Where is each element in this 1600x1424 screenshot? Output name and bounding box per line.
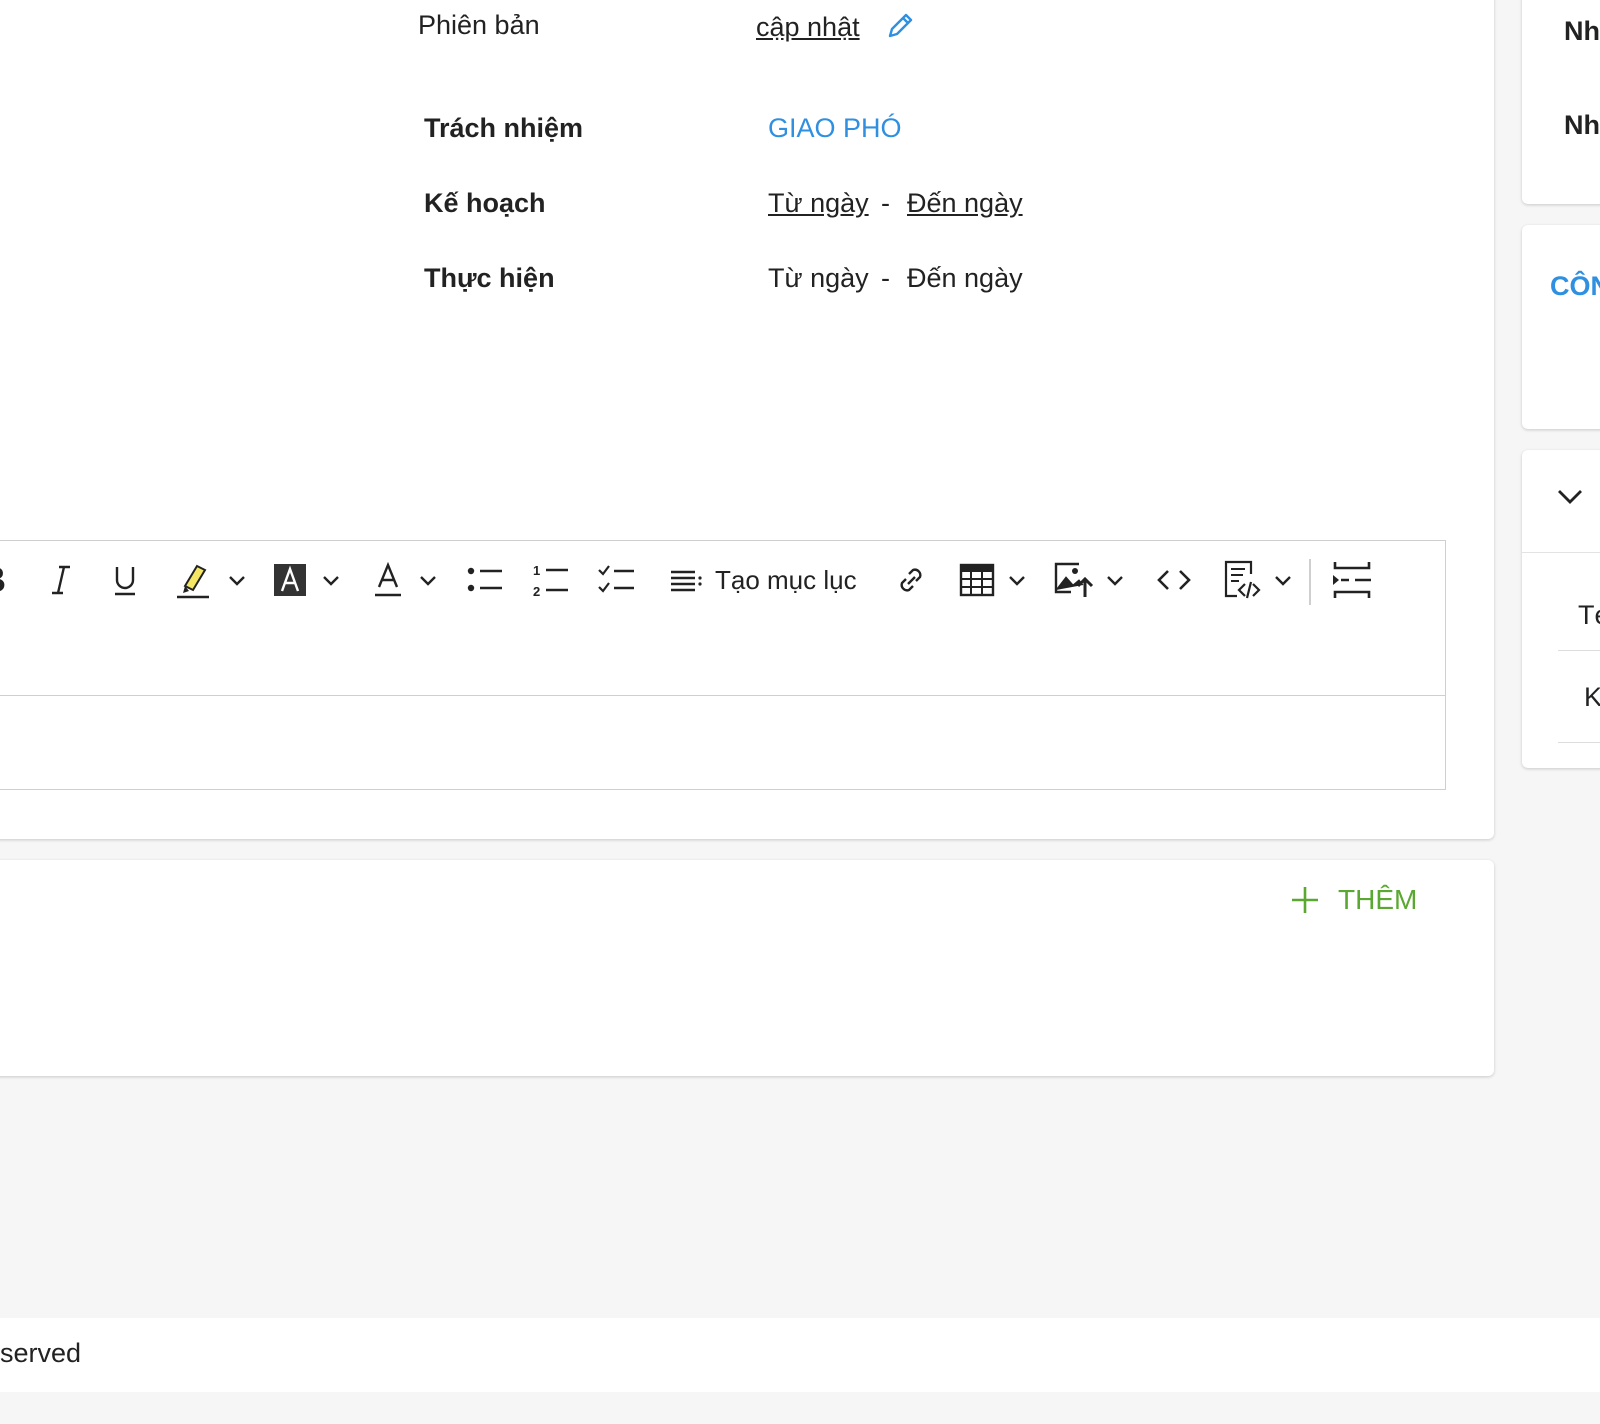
right-card-divider [1522,552,1600,553]
todo-list-button[interactable] [595,555,639,605]
svg-text:2: 2 [533,584,540,598]
right-row-2: K [1584,682,1600,712]
page-break-icon [1333,562,1371,598]
right-collapsible-card: Té K [1522,450,1600,768]
font-color-icon [375,562,401,597]
font-background-button[interactable] [269,555,345,605]
bulleted-list-icon [467,567,502,592]
toolbar-separator [1309,559,1311,605]
italic-button[interactable] [39,555,83,605]
underline-icon [115,567,135,596]
numbered-list-button[interactable]: 1 2 [529,555,573,605]
execution-label: Thực hiện [424,263,555,293]
right-info-card: Nh Nh [1522,0,1600,204]
insert-image-icon [1054,562,1094,597]
insert-table-button[interactable] [953,555,1033,605]
right-info-label-2: Nh [1564,110,1600,140]
chevron-down-icon [229,576,245,586]
execution-to-date: Đến ngày [907,263,1023,293]
page-break-button[interactable] [1329,555,1375,605]
italic-icon [52,565,70,595]
add-label: THÊM [1338,884,1418,915]
chevron-down-icon [323,576,339,586]
toc-label: Tạo mục lục [715,564,857,595]
code-icon [1157,570,1191,590]
task-detail-card: Phiên bản cập nhật Trách nhiệm GIAO PHÓ … [0,0,1494,839]
footer: served [0,1318,1600,1392]
table-of-contents-button[interactable]: Tạo mục lục [669,555,865,605]
responsibility-label: Trách nhiệm [424,113,584,143]
chevron-down-icon [1009,576,1025,586]
right-section-card: CÔN [1522,225,1600,429]
source-editing-button[interactable] [1215,555,1301,605]
execution-date-separator: - [881,263,890,293]
version-label: Phiên bản [418,10,540,40]
code-button[interactable] [1151,555,1197,605]
link-icon [900,568,922,592]
plan-from-date[interactable]: Từ ngày [768,188,869,219]
insert-image-button[interactable] [1045,555,1133,605]
add-section-card: THÊM [0,860,1494,1076]
execution-from-date: Từ ngày [768,263,869,293]
chevron-down-icon [1107,576,1123,586]
numbered-list-icon: 1 2 [533,563,568,598]
plus-icon [1292,887,1318,913]
rich-text-editor: B [0,540,1446,790]
editor-toolbar-divider [0,695,1445,696]
highlight-icon [177,564,209,599]
plan-date-separator: - [881,188,890,218]
plan-label: Kế hoạch [424,188,546,218]
bulleted-list-button[interactable] [463,555,507,605]
bold-button[interactable]: B [0,555,25,605]
right-row-divider-2 [1558,742,1600,743]
bold-icon: B [0,559,6,601]
chevron-down-icon [1275,576,1291,586]
assign-link[interactable]: GIAO PHÓ [768,113,902,144]
table-of-contents-icon [671,570,702,592]
link-button[interactable] [889,555,933,605]
right-info-label-1: Nh [1564,16,1600,46]
chevron-down-icon [420,576,436,586]
highlight-button[interactable] [169,555,251,605]
editor-content-area[interactable] [0,697,1445,787]
todo-list-icon [598,565,634,593]
source-editing-icon [1224,560,1261,599]
right-section-title[interactable]: CÔN [1550,271,1600,302]
add-button[interactable]: THÊM [1290,884,1417,916]
edit-version-icon[interactable] [884,10,916,47]
right-row-divider-1 [1558,650,1600,651]
version-update-link[interactable]: cập nhật [756,12,860,43]
collapse-chevron-icon[interactable] [1556,486,1584,511]
font-background-icon [274,564,306,596]
right-row-1: Té [1578,600,1600,630]
table-icon [959,563,995,597]
font-color-button[interactable] [367,555,443,605]
plan-to-date[interactable]: Đến ngày [907,188,1023,219]
underline-button[interactable] [103,555,147,605]
footer-copyright-text: served [0,1338,82,1368]
svg-text:1: 1 [533,563,540,578]
